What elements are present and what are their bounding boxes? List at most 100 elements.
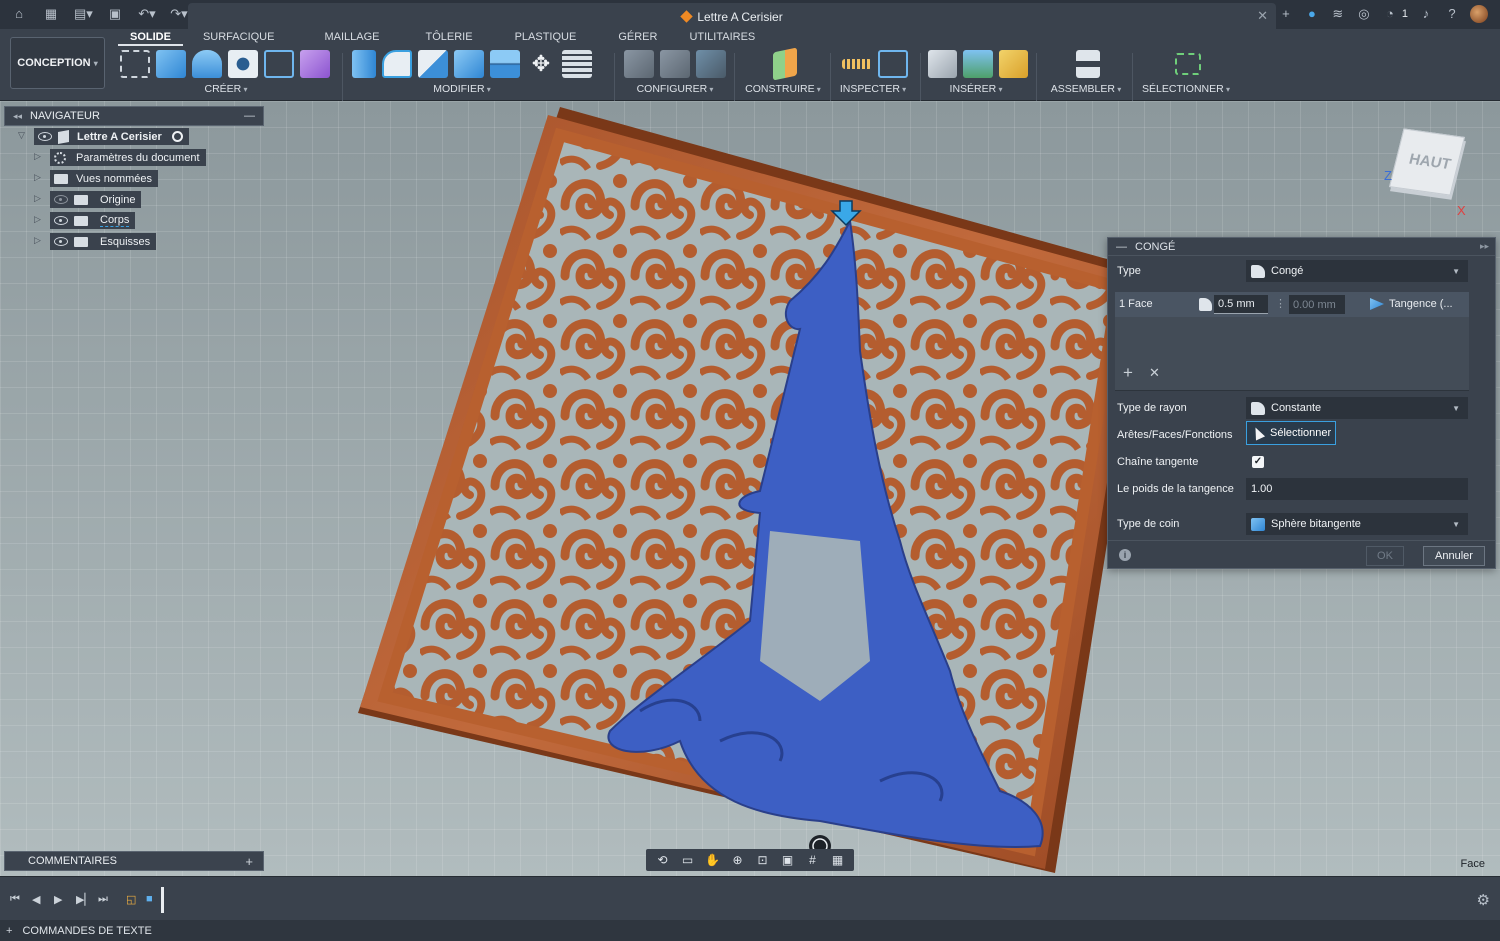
expand-icon[interactable]: ▷ xyxy=(34,214,41,225)
pan-hand-icon[interactable]: ✋ xyxy=(704,852,722,868)
type-dropdown[interactable]: Congé ▼ xyxy=(1246,260,1468,282)
tangency-weight-input[interactable]: 1.00 xyxy=(1246,478,1468,500)
create-sketch-icon[interactable] xyxy=(120,50,150,78)
tree-item-corps[interactable]: ▷ Corps xyxy=(4,210,264,231)
grid-settings-icon[interactable]: # xyxy=(804,852,822,868)
timeline-sketch-feature-icon[interactable]: ◱ xyxy=(126,893,136,906)
close-tab-icon[interactable]: ✕ xyxy=(1257,8,1268,24)
activate-radio-icon[interactable] xyxy=(171,131,183,142)
fillet-icon[interactable] xyxy=(382,50,412,78)
secondary-value-input[interactable]: 0.00 mm xyxy=(1289,295,1345,314)
configure-icon-2[interactable] xyxy=(660,50,690,78)
undo-icon[interactable]: ↶▾ xyxy=(138,6,156,22)
visibility-eye-icon[interactable] xyxy=(38,132,52,141)
tangency-value[interactable]: Tangence (... xyxy=(1389,298,1453,310)
extensions-icon[interactable]: ● xyxy=(1304,6,1320,22)
group-inspecter[interactable]: INSPECTER xyxy=(834,49,912,99)
timeline-marker[interactable] xyxy=(161,887,164,913)
revolve-icon[interactable] xyxy=(192,50,222,78)
timeline-settings-gear-icon[interactable]: ⚙ xyxy=(1477,891,1490,909)
selection-set-row[interactable]: 1 Face 0.5 mm ⋮ 0.00 mm Tangence (... xyxy=(1115,292,1469,317)
group-creer[interactable]: CRÉER xyxy=(116,49,336,99)
group-inserer[interactable]: INSÉRER xyxy=(924,49,1028,99)
hidden-eye-icon[interactable] xyxy=(54,195,68,204)
workspace-switcher[interactable]: CONCEPTION ▾ xyxy=(10,37,105,89)
display-settings-icon[interactable]: ▣ xyxy=(779,852,797,868)
visibility-eye-icon[interactable] xyxy=(54,237,68,246)
fit-icon[interactable]: ⊡ xyxy=(754,852,772,868)
online-status-icon[interactable]: ◎ xyxy=(1356,6,1372,22)
user-avatar[interactable] xyxy=(1470,5,1488,23)
text-commands-bar[interactable]: + COMMANDES DE TEXTE xyxy=(0,920,1500,941)
look-at-icon[interactable]: ▭ xyxy=(679,852,697,868)
add-comment-icon[interactable]: + xyxy=(245,854,253,869)
collapse-root-icon[interactable]: ▽ xyxy=(18,130,25,141)
configure-icon-3[interactable] xyxy=(696,50,726,78)
split-body-icon[interactable] xyxy=(490,50,520,78)
tab-plastique[interactable]: PLASTIQUE xyxy=(503,29,589,46)
extrude-icon[interactable] xyxy=(156,50,186,78)
new-tab-icon[interactable]: + xyxy=(1278,6,1294,22)
tab-utilitaires[interactable]: UTILITAIRES xyxy=(677,29,767,46)
insert-canvas-icon[interactable] xyxy=(963,50,993,78)
job-status-icon[interactable]: ◔ xyxy=(1382,6,1398,22)
help-icon[interactable]: ? xyxy=(1444,6,1460,22)
expand-dialog-icon[interactable]: ▸▸ xyxy=(1480,241,1489,252)
corner-type-dropdown[interactable]: Sphère bitangente ▼ xyxy=(1246,513,1468,535)
expand-icon[interactable]: ▷ xyxy=(34,172,41,183)
group-selectionner[interactable]: SÉLECTIONNER xyxy=(1136,49,1236,99)
navigator-header[interactable]: ◂◂ NAVIGATEUR — xyxy=(4,106,264,126)
orbit-icon[interactable]: ⟲ xyxy=(654,852,672,868)
ok-button[interactable]: OK xyxy=(1366,546,1404,566)
home-icon[interactable]: ⌂ xyxy=(10,6,28,22)
tab-maillage[interactable]: MAILLAGE xyxy=(312,29,391,46)
tab-solide[interactable]: SOLIDE xyxy=(118,29,183,46)
move-icon[interactable]: ✥ xyxy=(526,50,556,78)
pattern-icon[interactable] xyxy=(264,50,294,78)
cancel-button[interactable]: Annuler xyxy=(1423,546,1485,566)
more-options-icon[interactable]: ⋮ xyxy=(1275,297,1286,310)
dialog-header[interactable]: — CONGÉ ▸▸ xyxy=(1108,238,1495,256)
tab-tolerie[interactable]: TÔLERIE xyxy=(414,29,485,46)
radius-input[interactable]: 0.5 mm xyxy=(1214,295,1268,314)
expand-icon[interactable]: ▷ xyxy=(34,193,41,204)
section-analysis-icon[interactable] xyxy=(878,50,908,78)
chamfer-icon[interactable] xyxy=(418,50,448,78)
offset-plane-icon[interactable] xyxy=(773,47,797,81)
new-component-icon[interactable] xyxy=(300,50,330,78)
tree-root[interactable]: ▽ Lettre A Cerisier xyxy=(4,126,264,147)
insert-derive-icon[interactable] xyxy=(998,50,1028,78)
remove-selection-set-icon[interactable]: ✕ xyxy=(1149,365,1160,381)
press-pull-icon[interactable] xyxy=(352,50,376,78)
configure-icon-1[interactable] xyxy=(624,50,654,78)
measure-icon[interactable] xyxy=(842,59,872,69)
tree-item-vues[interactable]: ▷ Vues nommées xyxy=(4,168,264,189)
expand-icon[interactable]: ▷ xyxy=(34,151,41,162)
tangent-chain-checkbox[interactable]: ✓ xyxy=(1252,456,1264,468)
file-menu-icon[interactable]: ▤▾ xyxy=(74,6,93,22)
tree-item-origine[interactable]: ▷ Origine xyxy=(4,189,264,210)
group-assembler[interactable]: ASSEMBLER xyxy=(1042,49,1130,99)
step-forward-icon[interactable]: ▶▏ xyxy=(76,893,93,906)
insert-mesh-icon[interactable] xyxy=(928,50,958,78)
redo-icon[interactable]: ↷▾ xyxy=(170,6,188,22)
step-back-icon[interactable]: ◀ xyxy=(32,893,40,906)
tab-surfacique[interactable]: SURFACIQUE xyxy=(191,29,287,46)
viewports-icon[interactable]: ▦ xyxy=(829,852,847,868)
add-selection-set-icon[interactable]: + xyxy=(1123,363,1133,383)
go-to-end-icon[interactable]: ⏭ xyxy=(98,893,108,906)
group-modifier[interactable]: ✥ MODIFIER xyxy=(348,49,596,99)
radius-type-dropdown[interactable]: Constante ▼ xyxy=(1246,397,1468,419)
save-icon[interactable]: ▣ xyxy=(106,6,124,22)
tree-item-esquisses[interactable]: ▷ Esquisses xyxy=(4,231,264,252)
document-tab[interactable]: Lettre A Cerisier ✕ xyxy=(188,3,1276,29)
comments-panel[interactable]: COMMENTAIRES + xyxy=(4,851,264,871)
notification-bell-icon[interactable]: ♪ xyxy=(1418,6,1434,22)
collapse-dialog-icon[interactable]: — xyxy=(1116,241,1127,253)
collapse-navigator-icon[interactable]: ◂◂ xyxy=(13,111,22,122)
parameters-table-icon[interactable] xyxy=(562,50,592,78)
expand-text-commands-icon[interactable]: + xyxy=(6,925,12,937)
tab-gerer[interactable]: GÉRER xyxy=(606,29,669,46)
grid-menu-icon[interactable]: ▦ xyxy=(42,6,60,22)
tree-item-parametres[interactable]: ▷ Paramètres du document xyxy=(4,147,264,168)
